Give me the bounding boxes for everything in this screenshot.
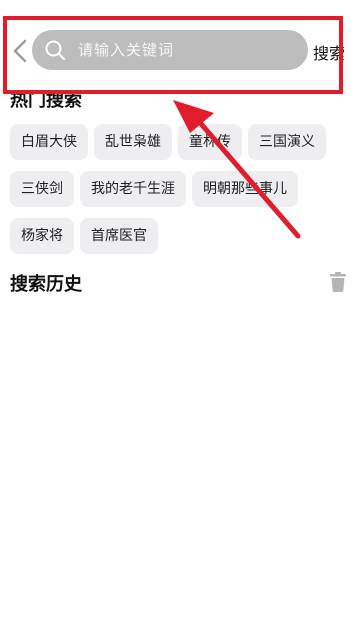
hot-tag[interactable]: 乱世枭雄: [94, 124, 172, 160]
annotation-highlight-box: [3, 16, 343, 94]
hot-tag[interactable]: 白眉大侠: [10, 124, 88, 160]
hot-tag[interactable]: 明朝那些事儿: [192, 171, 298, 207]
hot-tag[interactable]: 我的老千生涯: [80, 171, 186, 207]
search-history-title: 搜索历史: [10, 274, 82, 295]
hot-tag[interactable]: 童林传: [178, 124, 242, 160]
hot-tag[interactable]: 三国演义: [248, 124, 326, 160]
hot-tag[interactable]: 杨家将: [10, 218, 74, 254]
trash-icon[interactable]: [330, 272, 346, 292]
hot-tag[interactable]: 三侠剑: [10, 171, 74, 207]
hot-tag[interactable]: 首席医官: [80, 218, 158, 254]
